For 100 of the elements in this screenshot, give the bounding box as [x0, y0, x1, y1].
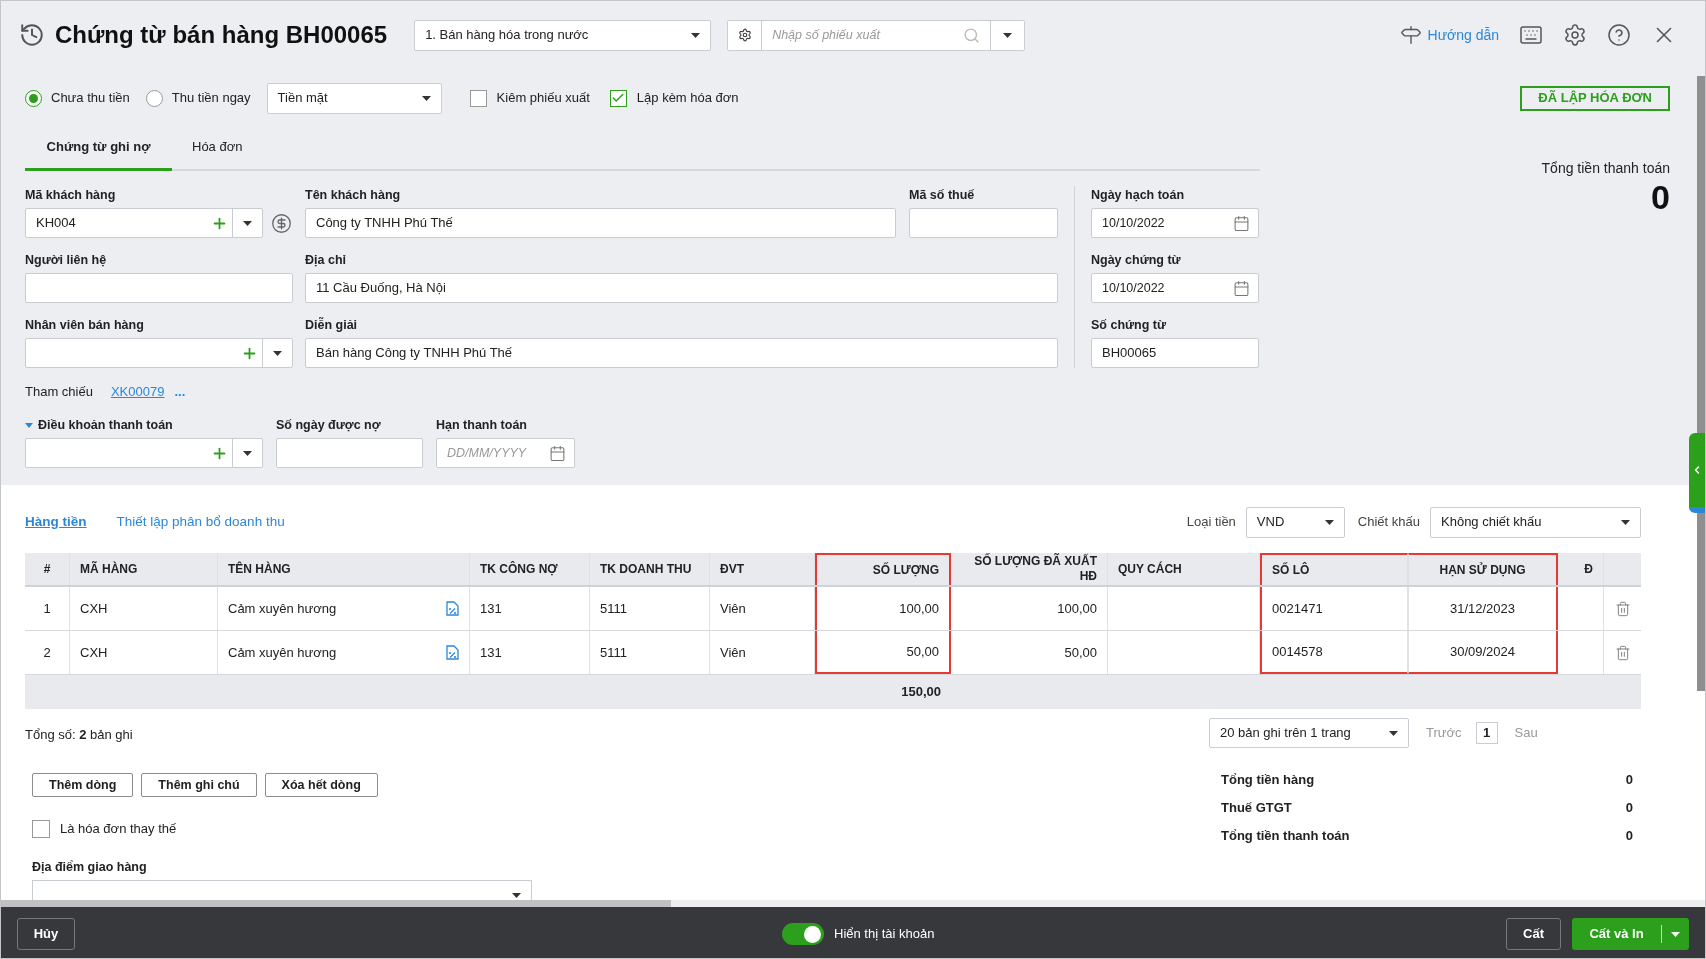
field-label: Số chứng từ — [1091, 317, 1168, 334]
table-cell: 2 — [25, 631, 70, 674]
payment-method-dropdown[interactable]: Tiền mặt — [266, 82, 442, 114]
total-value: 0 — [1625, 771, 1633, 790]
caret-icon — [691, 32, 701, 38]
caret-icon — [1324, 519, 1334, 525]
settings-icon[interactable] — [1563, 23, 1587, 47]
delete-icon[interactable] — [1614, 644, 1631, 661]
payment-status-radio[interactable]: Thu tiền ngay — [145, 88, 251, 108]
credit-days-field[interactable] — [276, 438, 423, 468]
action-button[interactable]: Thêm dòng — [32, 773, 134, 797]
currency-dropdown[interactable]: VND — [1245, 506, 1345, 538]
field-label: Địa điểm giao hàng — [32, 859, 148, 876]
transaction-type-dropdown[interactable]: 1. Bán hàng hóa trong nước — [414, 19, 712, 51]
column-header: ĐVT — [710, 553, 815, 585]
column-header: SỐ LÔ — [1260, 553, 1408, 585]
tax-code-field[interactable] — [909, 208, 1058, 238]
table-cell: 131 — [470, 587, 590, 630]
column-header: HẠN SỬ DỤNG — [1408, 553, 1558, 585]
action-button[interactable]: Xóa hết dòng — [264, 773, 378, 797]
caret-icon — [512, 893, 521, 898]
table-cell: 131 — [470, 631, 590, 674]
discount-dropdown[interactable]: Không chiết khấu — [1430, 506, 1641, 538]
calendar-icon — [1233, 214, 1250, 232]
column-header: SỐ LƯỢNG — [815, 553, 951, 585]
table-cell: 100,00 — [951, 587, 1108, 630]
payment-terms-field[interactable] — [25, 438, 263, 468]
table-cell: Viên — [710, 631, 815, 674]
voucher-number-field[interactable]: BH00065 — [1091, 338, 1259, 368]
table-cell: CXH — [70, 631, 218, 674]
quantity-total: 150,00 — [901, 683, 941, 702]
field-label: Nhân viên bán hàng — [25, 317, 145, 334]
page-size-dropdown[interactable]: 20 bản ghi trên 1 trang — [1209, 718, 1409, 748]
customer-code-field[interactable]: KH004 — [25, 208, 263, 238]
option-checkbox[interactable]: Kiêm phiếu xuất — [469, 88, 590, 108]
field-label: Địa chỉ — [305, 252, 347, 269]
column-header: SỐ LƯỢNG ĐÃ XUẤT HĐ — [951, 553, 1108, 585]
currency-label: Loại tiền — [1186, 513, 1236, 532]
product-name: Cảm xuyên hương — [228, 643, 338, 662]
line-tab[interactable]: Hàng tiền — [25, 511, 87, 533]
record-count: Tổng số: 2 bản ghi — [25, 726, 134, 744]
replacement-invoice-checkbox[interactable]: Là hóa đơn thay thế — [32, 820, 1221, 838]
toggle-switch[interactable] — [782, 923, 824, 945]
posting-date-field[interactable]: 10/10/2022 — [1091, 208, 1259, 238]
caret-icon[interactable] — [1671, 931, 1680, 937]
salesperson-field[interactable] — [25, 338, 293, 368]
table-cell: 5111 — [590, 587, 710, 630]
field-label: Mã số thuế — [909, 187, 976, 204]
customer-name-field[interactable]: Công ty TNHH Phú Thế — [305, 208, 896, 238]
column-header: QUY CÁCH — [1108, 553, 1260, 585]
table-cell: CXH — [70, 587, 218, 630]
action-button[interactable]: Thêm ghi chú — [141, 773, 257, 797]
total-label: Thuế GTGT — [1221, 799, 1292, 818]
table-cell: 0021471 — [1260, 587, 1408, 630]
field-label: Tên khách hàng — [305, 187, 402, 204]
description-field[interactable]: Bán hàng Công ty TNHH Phú Thế — [305, 338, 1058, 368]
field-label: Ngày chứng từ — [1091, 252, 1182, 269]
horizontal-scrollbar[interactable] — [1, 900, 1705, 907]
total-value: 0 — [1625, 827, 1633, 846]
tab[interactable]: Hóa đơn — [172, 126, 263, 171]
delete-icon[interactable] — [1614, 600, 1631, 617]
field-label: Người liên hệ — [25, 252, 108, 269]
option-checkbox[interactable]: Lập kèm hóa đơn — [609, 88, 739, 108]
column-header: TÊN HÀNG — [218, 553, 470, 585]
table-cell: 100,00 — [815, 587, 951, 630]
cancel-button[interactable]: Hủy — [17, 918, 75, 950]
field-label: Hạn thanh toán — [436, 417, 528, 434]
caret-icon — [273, 350, 282, 356]
voucher-date-field[interactable]: 10/10/2022 — [1091, 273, 1259, 303]
table-cell: 1 — [25, 587, 70, 630]
percent-document-icon[interactable] — [446, 645, 459, 660]
keyboard-icon[interactable] — [1519, 23, 1543, 47]
product-name: Cảm xuyên hương — [228, 599, 338, 618]
table-cell: 31/12/2023 — [1408, 587, 1558, 630]
field-label: Số ngày được nợ — [276, 417, 382, 434]
history-icon — [19, 22, 45, 48]
caret-icon — [243, 220, 252, 226]
column-header: TK CÔNG NỢ — [470, 553, 590, 585]
contact-field[interactable] — [25, 273, 293, 303]
line-tab[interactable]: Thiết lập phân bổ doanh thu — [116, 511, 285, 533]
column-header: TK DOANH THU — [590, 553, 710, 585]
currency-icon[interactable] — [271, 212, 292, 234]
payment-status-radio[interactable]: Chưa thu tiền — [25, 88, 130, 108]
table-cell: Viên — [710, 587, 815, 630]
summary-label: Tổng tiền thanh toán — [1541, 159, 1670, 177]
table-cell: 5111 — [590, 631, 710, 674]
side-panel-handle[interactable] — [1689, 433, 1705, 513]
field-label: Mã khách hàng — [25, 187, 117, 204]
column-header: Đ — [1558, 553, 1604, 585]
total-label: Tổng tiền thanh toán — [1221, 827, 1350, 846]
page-number[interactable]: 1 — [1475, 722, 1498, 744]
address-field[interactable]: 11 Cầu Đuống, Hà Nội — [305, 273, 1058, 303]
signpost-icon[interactable] — [1399, 24, 1422, 46]
expand-icon[interactable] — [25, 422, 33, 428]
save-button[interactable]: Cất — [1506, 918, 1561, 950]
caret-icon — [421, 95, 431, 101]
help-icon[interactable] — [1607, 23, 1631, 47]
discount-label: Chiết khấu — [1357, 513, 1420, 532]
tab[interactable]: Chứng từ ghi nợ — [25, 126, 172, 171]
percent-document-icon[interactable] — [446, 601, 459, 616]
